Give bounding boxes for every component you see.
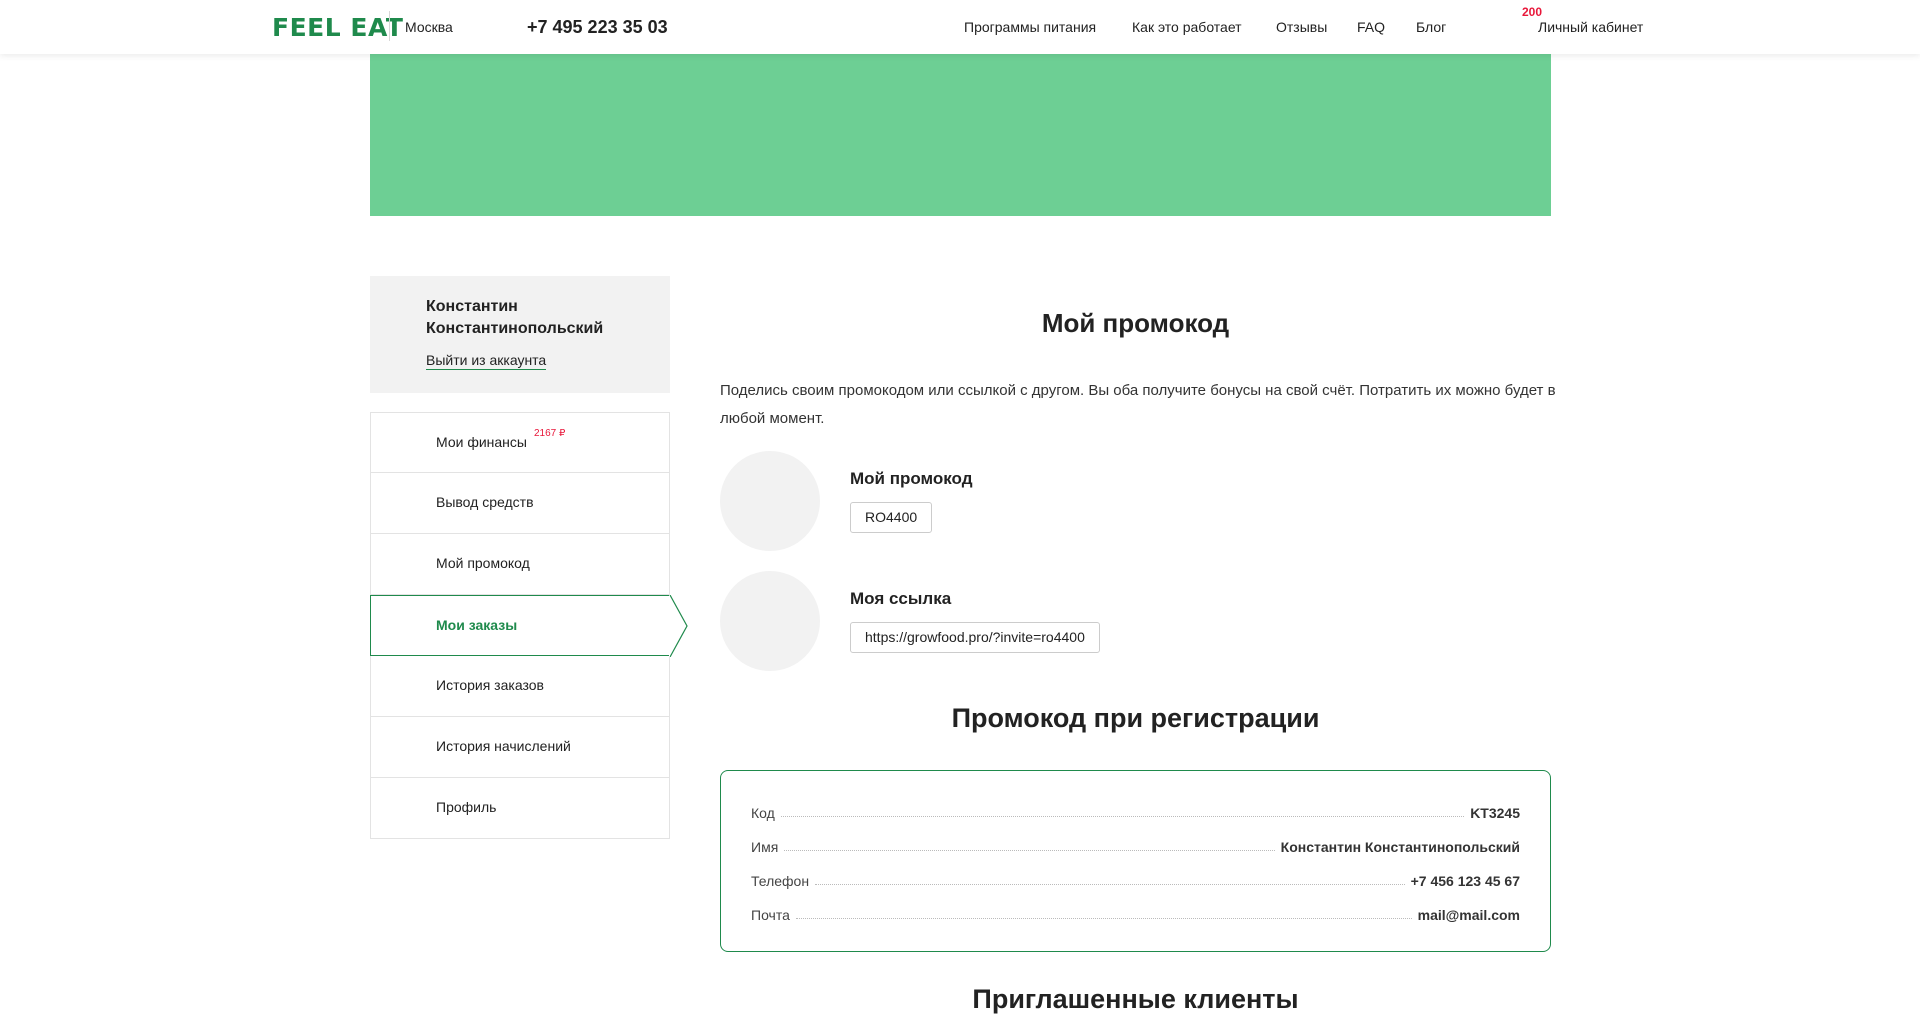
- menu-item-order-history[interactable]: История заказов: [370, 656, 670, 717]
- menu-item-label: Вывод средств: [436, 494, 534, 510]
- logo[interactable]: FEEL EAT: [272, 13, 403, 42]
- promocode-illustration: [720, 451, 820, 551]
- dotted-leader: [784, 850, 1275, 851]
- reg-key: Имя: [751, 839, 779, 855]
- personal-cabinet-link[interactable]: Личный кабинет: [1538, 19, 1643, 35]
- menu-item-label: Профиль: [436, 799, 497, 815]
- site-header: FEEL EAT Москва +7 495 223 35 03 Програм…: [0, 0, 1920, 54]
- nav-how-it-works[interactable]: Как это работает: [1132, 19, 1242, 35]
- menu-item-accrual-history[interactable]: История начислений: [370, 717, 670, 778]
- menu-item-orders[interactable]: Мои заказы: [370, 595, 688, 657]
- nav-faq[interactable]: FAQ: [1357, 19, 1385, 35]
- menu-item-finances[interactable]: Мои финансы 2167 ₽: [370, 412, 670, 473]
- logout-link[interactable]: Выйти из аккаунта: [426, 352, 547, 370]
- active-arrow-icon: [669, 595, 688, 657]
- reg-value: mail@mail.com: [1417, 907, 1520, 923]
- logo-divider: [389, 11, 390, 41]
- cabinet-balance-badge: 200: [1522, 5, 1543, 19]
- invited-clients-title: Приглашенные клиенты: [972, 984, 1299, 1014]
- referral-link-field[interactable]: https://growfood.pro/?invite=ro4400: [850, 622, 1100, 653]
- menu-item-withdraw[interactable]: Вывод средств: [370, 473, 670, 534]
- reg-row-email: Почта mail@mail.com: [751, 901, 1520, 923]
- hero-banner: [370, 54, 1551, 216]
- user-card: Константин Константинопольский Выйти из …: [370, 276, 670, 393]
- reg-value: KT3245: [1470, 805, 1520, 821]
- reg-value: Константин Константинопольский: [1280, 839, 1520, 855]
- reg-key: Телефон: [751, 873, 810, 889]
- dotted-leader: [780, 816, 1465, 817]
- reg-key: Почта: [751, 907, 790, 923]
- reg-value: +7 456 123 45 67: [1410, 873, 1520, 889]
- menu-item-profile[interactable]: Профиль: [370, 778, 670, 839]
- registration-promo-title: Промокод при регистрации: [951, 703, 1320, 733]
- reg-row-name: Имя Константин Константинопольский: [751, 833, 1520, 855]
- reg-key: Код: [751, 805, 775, 821]
- referral-link-illustration: [720, 571, 820, 671]
- account-menu: Мои финансы 2167 ₽ Вывод средств Мой про…: [370, 412, 688, 839]
- dotted-leader: [815, 884, 1405, 885]
- phone-number[interactable]: +7 495 223 35 03: [527, 17, 668, 38]
- menu-item-promocode[interactable]: Мой промокод: [370, 534, 670, 595]
- menu-item-label: Мои заказы: [436, 617, 518, 633]
- nav-programs[interactable]: Программы питания: [964, 19, 1096, 35]
- page-title: Мой промокод: [1041, 308, 1230, 338]
- promocode-field[interactable]: RO4400: [850, 502, 933, 533]
- reg-row-phone: Телефон +7 456 123 45 67: [751, 867, 1520, 889]
- dotted-leader: [795, 918, 1412, 919]
- menu-item-label: Мой промокод: [436, 555, 530, 571]
- reg-row-code: Код KT3245: [751, 799, 1520, 821]
- promo-description: Поделись своим промокодом или ссылкой с …: [720, 382, 1556, 427]
- promocode-label: Мой промокод: [850, 469, 973, 488]
- menu-item-label: История заказов: [436, 677, 544, 693]
- referral-link-label: Моя ссылка: [850, 589, 952, 608]
- menu-item-label: Мои финансы: [436, 434, 527, 450]
- user-name: Константин Константинопольский: [426, 298, 604, 337]
- registration-promo-card: Код KT3245 Имя Константин Константинопол…: [720, 770, 1551, 952]
- city-selector[interactable]: Москва: [405, 19, 453, 35]
- finances-balance-badge: 2167 ₽: [534, 428, 566, 439]
- nav-reviews[interactable]: Отзывы: [1276, 19, 1327, 35]
- nav-blog[interactable]: Блог: [1416, 19, 1446, 35]
- menu-item-label: История начислений: [436, 738, 571, 754]
